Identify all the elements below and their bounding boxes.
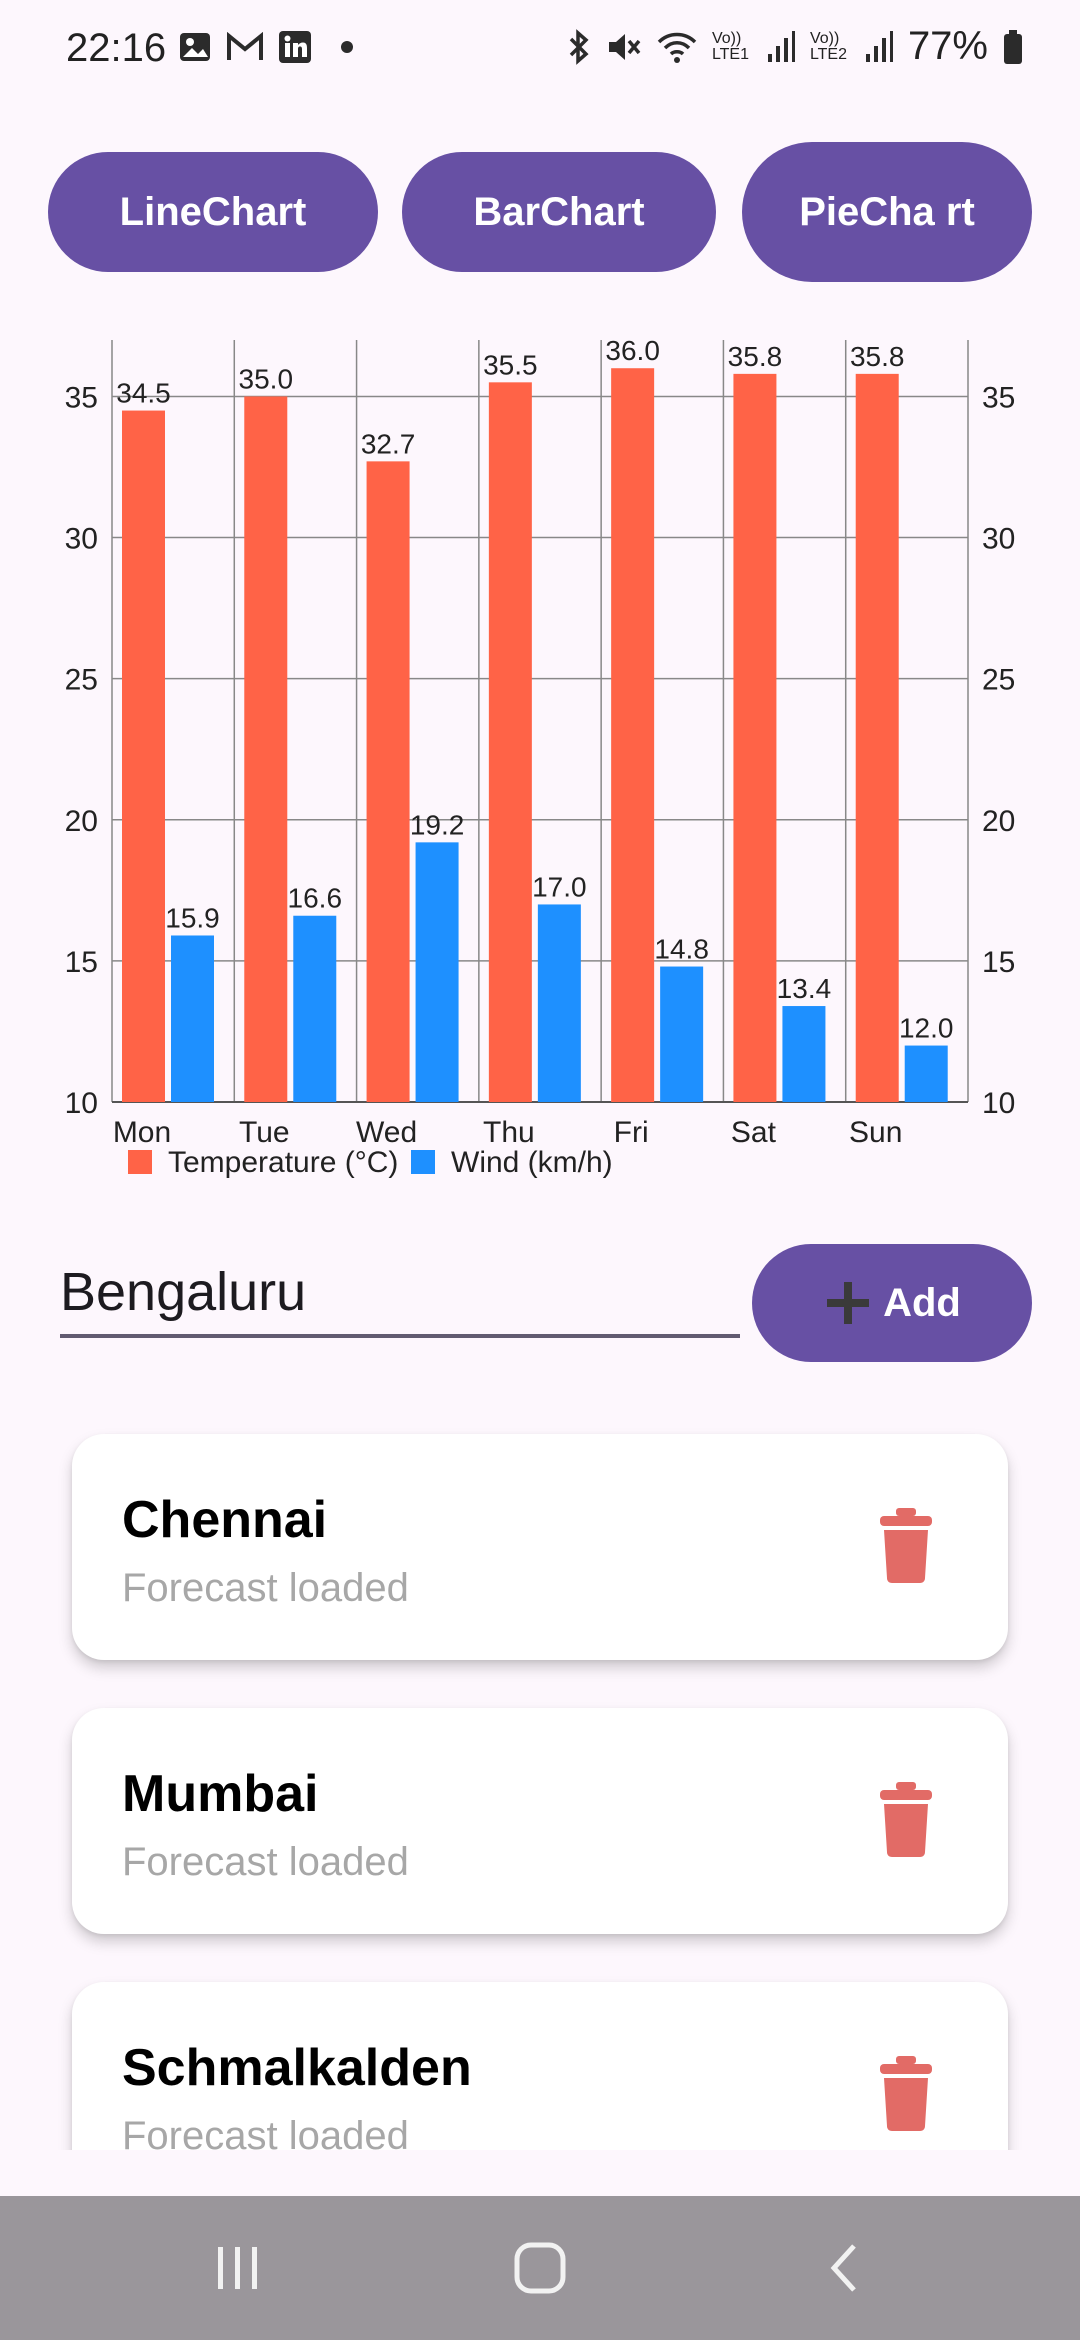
- city-input[interactable]: [60, 1250, 740, 1338]
- y-tick-label: 35: [65, 381, 98, 414]
- y-tick-label-right: 25: [982, 664, 1015, 697]
- bar: [293, 915, 337, 1102]
- delete-icon[interactable]: [878, 1780, 934, 1858]
- bar: [855, 373, 899, 1102]
- signal-icon: [864, 30, 894, 64]
- navigation-bar: [0, 2196, 1080, 2340]
- battery-percent: 77%: [907, 24, 988, 68]
- bar: [611, 368, 655, 1102]
- data-label: 35.5: [483, 349, 538, 380]
- home-icon[interactable]: [500, 2236, 580, 2300]
- bar: [904, 1045, 948, 1102]
- x-tick-label: Mon: [113, 1116, 171, 1149]
- legend-label: Temperature (°C): [168, 1146, 398, 1179]
- mute-icon: [606, 30, 642, 64]
- delete-icon[interactable]: [878, 2054, 934, 2132]
- plus-icon: [823, 1278, 873, 1328]
- x-tick-label: Sat: [731, 1116, 777, 1149]
- bar: [366, 461, 410, 1102]
- status-bar: 22:16 Vo)) LTE1 Vo)) LTE2 77%: [0, 0, 1080, 100]
- y-tick-label-right: 35: [982, 381, 1015, 414]
- city-card-chennai[interactable]: Chennai Forecast loaded: [72, 1434, 1008, 1660]
- city-list: Chennai Forecast loaded Mumbai Forecast …: [0, 1420, 1080, 2150]
- data-label: 35.8: [728, 341, 783, 372]
- x-tick-label: Thu: [483, 1116, 535, 1149]
- linkedin-icon: [278, 30, 312, 64]
- bar: [488, 382, 532, 1102]
- legend-swatch: [411, 1150, 435, 1174]
- city-name: Mumbai: [122, 1765, 319, 1823]
- y-tick-label-right: 10: [982, 1087, 1015, 1120]
- signal-icon: [766, 30, 796, 64]
- y-tick-label-right: 20: [982, 805, 1015, 838]
- city-status: Forecast loaded: [122, 1840, 409, 1884]
- x-tick-label: Wed: [356, 1116, 417, 1149]
- bar: [782, 1006, 826, 1102]
- recent-apps-icon[interactable]: [198, 2236, 278, 2300]
- legend-swatch: [128, 1150, 152, 1174]
- bar: [660, 966, 704, 1102]
- dot-icon: [340, 40, 354, 54]
- x-tick-label: Tue: [239, 1116, 290, 1149]
- x-tick-label: Sun: [849, 1116, 902, 1149]
- bar: [122, 410, 165, 1102]
- wifi-icon: [656, 30, 698, 64]
- legend-label: Wind (km/h): [451, 1146, 613, 1179]
- bar-chart: 10 10 15 15 20 20 25 25 30 30 35 35 34.5 15.9 Mon 35.0 1…: [0, 320, 1080, 1200]
- city-status: Forecast loaded: [122, 2114, 409, 2150]
- bar: [415, 842, 459, 1102]
- barchart-button[interactable]: BarChart: [402, 152, 716, 272]
- y-tick-label: 15: [65, 946, 98, 979]
- add-button-label: Add: [883, 1280, 961, 1325]
- y-tick-label-right: 15: [982, 946, 1015, 979]
- back-icon[interactable]: [804, 2236, 884, 2300]
- bar: [244, 396, 288, 1102]
- city-card-schmalkalden[interactable]: Schmalkalden Forecast loaded: [72, 1982, 1008, 2150]
- notification-icons: [178, 30, 354, 64]
- sim1-label: Vo)) LTE1: [711, 29, 749, 63]
- y-tick-label-right: 30: [982, 523, 1015, 556]
- city-card-mumbai[interactable]: Mumbai Forecast loaded: [72, 1708, 1008, 1934]
- piechart-button[interactable]: PieCha rt: [742, 142, 1032, 282]
- y-tick-label: 30: [65, 523, 98, 556]
- delete-icon[interactable]: [878, 1506, 934, 1584]
- data-label: 15.9: [165, 902, 220, 933]
- y-tick-label: 10: [65, 1087, 98, 1120]
- y-tick-label: 25: [65, 664, 98, 697]
- battery-icon: [1002, 29, 1024, 65]
- add-button[interactable]: Add: [752, 1244, 1032, 1362]
- data-label: 34.5: [116, 378, 171, 409]
- city-name: Chennai: [122, 1491, 328, 1549]
- gmail-icon: [226, 32, 264, 62]
- data-label: 17.0: [532, 871, 587, 902]
- sim2-label: Vo)) LTE2: [809, 29, 847, 63]
- data-label: 12.0: [899, 1013, 954, 1044]
- linechart-button[interactable]: LineChart: [48, 152, 378, 272]
- bar-chart-svg: 10 10 15 15 20 20 25 25 30 30 35 35 34.5 15.9 Mon 35.0 1…: [65, 335, 1016, 1179]
- bar: [537, 904, 581, 1102]
- system-icons: Vo)) LTE1 Vo)) LTE2 77%: [566, 24, 1024, 69]
- data-label: 35.8: [850, 341, 905, 372]
- y-tick-label: 20: [65, 805, 98, 838]
- data-label: 19.2: [410, 809, 465, 840]
- data-label: 32.7: [361, 428, 416, 459]
- city-name: Schmalkalden: [122, 2039, 472, 2097]
- gallery-icon: [178, 30, 212, 64]
- bar: [733, 373, 777, 1102]
- x-tick-label: Fri: [614, 1116, 649, 1149]
- data-label: 36.0: [605, 335, 660, 366]
- status-time: 22:16: [66, 26, 167, 70]
- data-label: 14.8: [654, 934, 709, 965]
- data-label: 13.4: [777, 973, 832, 1004]
- data-label: 16.6: [288, 883, 343, 914]
- city-status: Forecast loaded: [122, 1566, 409, 1610]
- data-label: 35.0: [239, 363, 294, 394]
- bar: [171, 935, 214, 1102]
- bluetooth-icon: [566, 28, 592, 65]
